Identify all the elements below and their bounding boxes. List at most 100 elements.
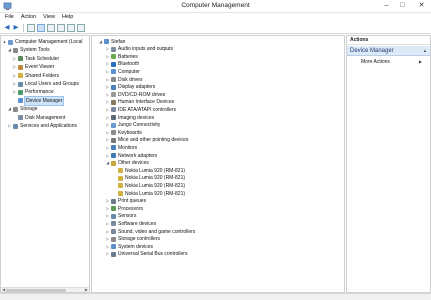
hid-icon [111, 99, 116, 105]
collapse-caret-icon[interactable]: ▲ [423, 46, 427, 56]
software-device-icon [111, 221, 116, 227]
sensor-icon [111, 213, 116, 219]
left_tree-label: Services and Applications [20, 123, 77, 129]
left_tree-label: Local Users and Groups [25, 81, 79, 87]
bluetooth-icon [111, 61, 116, 67]
title-bar: Computer Management – □ ✕ [0, 0, 431, 13]
left_tree-item[interactable]: ▷ Performance [12, 88, 89, 96]
left_tree-label: Task Scheduler [25, 55, 60, 62]
left_tree-label: Disk Management [25, 114, 66, 121]
scan-hardware-icon[interactable] [77, 24, 85, 32]
actions-section-label: Device Manager [350, 48, 394, 54]
left_tree-label: System Tools [20, 47, 50, 54]
actions-section-device-manager[interactable]: Device Manager ▲ [347, 46, 430, 56]
monitor-icon [111, 145, 116, 151]
system-devices-icon [111, 244, 116, 250]
expand-toggle-icon[interactable]: ◢ [98, 38, 103, 46]
performance-icon [18, 89, 23, 95]
left_tree-item[interactable]: ▷ Event Viewer [12, 63, 89, 71]
close-button[interactable]: ✕ [412, 0, 431, 12]
navigation-tree-pane: ◀ ▶ ▲ Computer Management (Local ◢ System T… [0, 35, 90, 293]
menu-help[interactable]: Help [62, 13, 73, 22]
keyboard-icon [111, 130, 116, 136]
users-icon [18, 81, 23, 87]
camera-icon [111, 115, 116, 120]
expand-toggle-icon[interactable]: ▷ [7, 122, 12, 130]
refresh-icon[interactable] [47, 24, 55, 32]
actions-header: Actions [347, 36, 430, 45]
services-icon [13, 123, 18, 129]
scrollbar-thumb[interactable] [6, 289, 66, 292]
expand-toggle-icon[interactable]: ▷ [12, 63, 17, 71]
left_tree-item[interactable]: ▲ Computer Management (Local [2, 38, 89, 46]
shared-folders-icon [18, 73, 23, 79]
expand-toggle-icon[interactable]: ▲ [2, 38, 7, 46]
left_tree-label: Performance [25, 89, 54, 96]
warning-device-icon [118, 183, 123, 189]
horizontal-scrollbar[interactable]: ◀ ▶ [1, 287, 89, 292]
maximize-button[interactable]: □ [395, 0, 410, 12]
network-icon [111, 153, 116, 158]
mouse-icon [111, 137, 116, 143]
menu-view[interactable]: View [43, 13, 55, 22]
scroll-right-icon[interactable]: ▶ [85, 287, 88, 292]
more-actions-label: More Actions [361, 59, 390, 65]
left_tree-item[interactable]: ▷ Task Scheduler [12, 55, 89, 63]
device-manager-icon [18, 98, 23, 104]
left_tree-item[interactable]: Device Manager [12, 95, 89, 106]
expand-toggle-icon[interactable]: ▷ [12, 88, 17, 96]
processor-icon [111, 206, 116, 212]
more-actions-link[interactable]: More Actions ▶ [361, 58, 422, 66]
left_tree-item[interactable]: ◢ System Tools [7, 46, 89, 54]
device-tree-pane: ◢ Stefan ▷ Audio inputs and outputs ▷ Batteri… [91, 35, 345, 293]
scroll-left-icon[interactable]: ◀ [2, 287, 5, 292]
left_tree-label: Device Manager [23, 95, 65, 106]
warning-device-icon [118, 175, 123, 181]
minimize-button[interactable]: – [379, 0, 394, 12]
up-folder-icon[interactable] [27, 24, 35, 32]
expand-toggle-icon[interactable]: ▷ [105, 250, 110, 258]
storage-controller-icon [111, 236, 116, 242]
expand-toggle-icon[interactable]: ◢ [7, 46, 12, 54]
left_tree-item[interactable]: ▷ Shared Folders [12, 72, 89, 80]
left_tree-label: Shared Folders [25, 72, 60, 79]
computer-icon [104, 39, 109, 44]
menu-action[interactable]: Action [21, 13, 36, 22]
device_tree-label: Universal Serial Bus controllers [118, 251, 188, 258]
show-hide-tree-icon[interactable] [37, 24, 45, 32]
usb-icon [111, 251, 116, 257]
help-icon[interactable] [57, 24, 65, 32]
disk-management-icon [18, 115, 23, 121]
computer-management-icon [8, 39, 13, 45]
forward-button[interactable]: ▶ [12, 24, 20, 32]
left_tree-label: Event Viewer [25, 64, 55, 71]
printer-icon [111, 198, 116, 204]
expand-toggle-icon[interactable]: ▷ [12, 72, 17, 80]
computer-icon [111, 69, 116, 75]
ide-icon [111, 107, 116, 113]
status-bar [0, 293, 431, 300]
warning-device-icon [118, 191, 123, 196]
warning-device-icon [118, 168, 123, 174]
display-icon [111, 84, 116, 90]
toolbar: ◀ ▶ [0, 22, 431, 34]
battery-icon [111, 54, 116, 60]
left_tree-item[interactable]: ◢ Storage [7, 105, 89, 113]
submenu-arrow-icon: ▶ [419, 59, 423, 64]
menu-file[interactable]: File [5, 13, 14, 22]
left_tree-item[interactable]: ▷ Local Users and Groups [12, 80, 89, 88]
properties-icon[interactable] [67, 24, 75, 32]
disk-icon [111, 77, 116, 82]
menu-bar: File Action View Help [0, 13, 431, 22]
left_tree-item[interactable]: ▷ Services and Applications [7, 122, 89, 130]
sound-icon [111, 229, 116, 234]
left_tree-item[interactable]: Disk Management [12, 114, 89, 122]
back-button[interactable]: ◀ [3, 24, 11, 32]
expand-toggle-icon[interactable]: ▷ [12, 80, 17, 88]
toolbar-separator [23, 24, 24, 32]
expand-toggle-icon[interactable]: ◢ [7, 105, 12, 113]
expand-toggle-icon[interactable]: ◢ [105, 159, 110, 167]
device_tree-item[interactable]: ▷ Universal Serial Bus controllers [105, 250, 344, 258]
actions-pane: Actions Device Manager ▲ More Actions ▶ [346, 35, 431, 293]
expand-toggle-icon[interactable]: ▷ [12, 55, 17, 63]
